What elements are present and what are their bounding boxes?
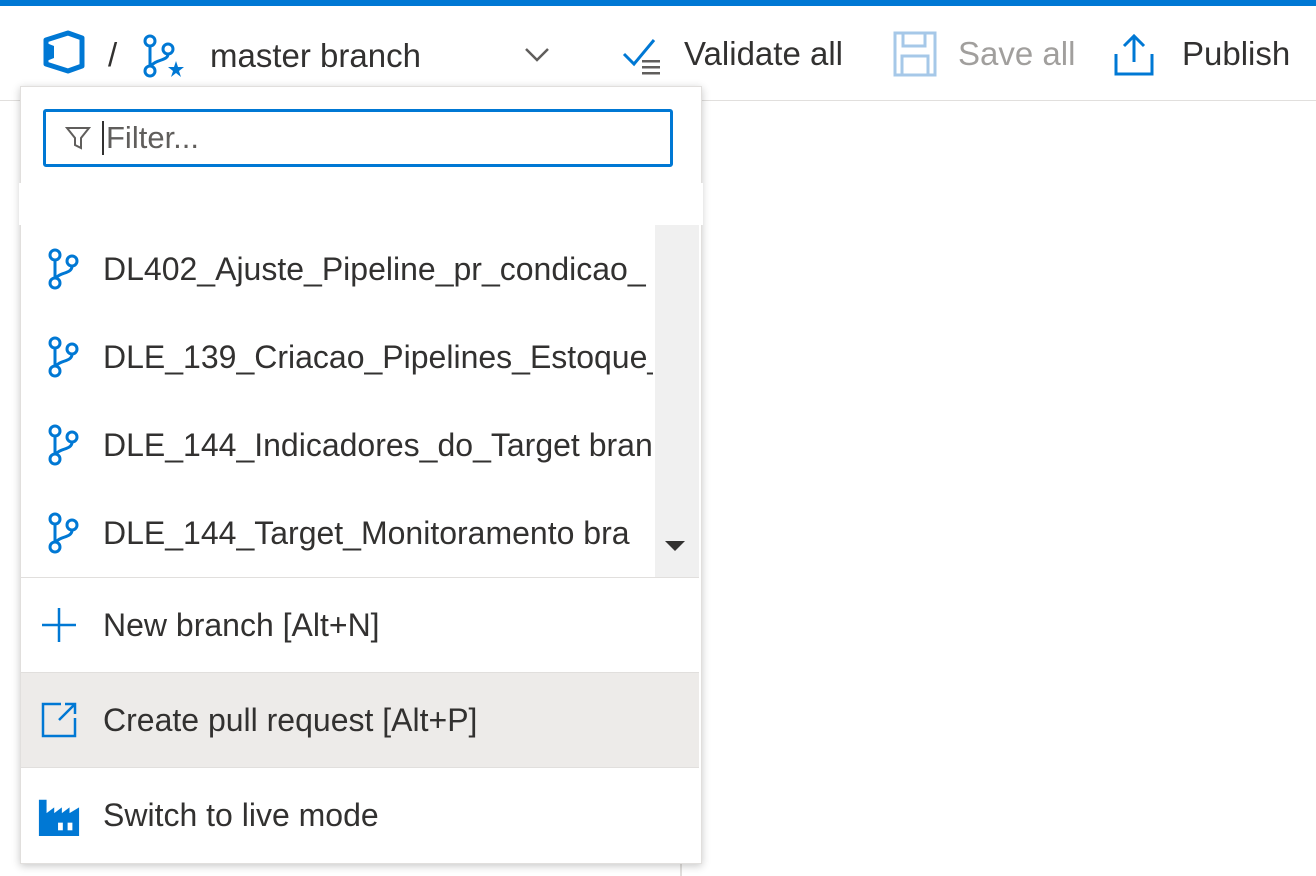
switch-live-mode-label: Switch to live mode [103, 796, 379, 833]
scroll-down-arrow-icon[interactable] [665, 541, 685, 551]
plus-icon [37, 603, 81, 647]
branch-list-scrollbar[interactable] [655, 225, 699, 577]
save-all-label: Save all [958, 35, 1076, 72]
branch-list-item[interactable]: DL402_Ajuste_Pipeline_pr_condicao_ [21, 225, 655, 313]
branch-selector[interactable]: master branch [138, 28, 558, 84]
branch-list-item[interactable]: DLE_144_Indicadores_do_Target bran [21, 401, 655, 489]
filter-icon [64, 124, 92, 152]
publish-button[interactable]: Publish [1112, 30, 1290, 78]
chevron-down-icon [522, 42, 552, 71]
git-branch-icon [43, 335, 83, 379]
validate-all-label: Validate all [684, 35, 843, 72]
upload-icon [1112, 30, 1156, 78]
breadcrumb-separator: / [108, 36, 118, 73]
branch-label: DLE_144_Indicadores_do_Target bran [103, 426, 653, 463]
azure-devops-repo-icon[interactable] [40, 30, 88, 74]
save-all-button[interactable]: Save all [892, 30, 1075, 78]
filter-box[interactable] [43, 109, 673, 167]
create-pull-request-button[interactable]: Create pull request [Alt+P] [21, 672, 699, 767]
dropdown-gap [19, 183, 703, 225]
branch-list-item[interactable]: DLE_144_Target_Monitoramento bra [21, 489, 655, 577]
factory-icon [37, 793, 81, 837]
branch-label: DL402_Ajuste_Pipeline_pr_condicao_ [103, 250, 646, 287]
git-branch-icon [43, 423, 83, 467]
switch-live-mode-button[interactable]: Switch to live mode [21, 767, 699, 862]
open-external-icon [37, 698, 81, 742]
branch-list: DL402_Ajuste_Pipeline_pr_condicao_ DLE_1… [21, 225, 655, 577]
branch-label: DLE_139_Criacao_Pipelines_Estoque_ [103, 338, 653, 375]
publish-label: Publish [1182, 35, 1291, 72]
floppy-disk-icon [892, 30, 938, 78]
branch-selector-label: master branch [210, 37, 421, 74]
branch-label: DLE_144_Target_Monitoramento bra [103, 514, 630, 551]
validate-checklist-icon [620, 32, 664, 76]
git-branch-icon [43, 511, 83, 555]
branch-dropdown: DL402_Ajuste_Pipeline_pr_condicao_ DLE_1… [19, 86, 703, 864]
create-pull-request-label: Create pull request [Alt+P] [103, 701, 478, 738]
branch-list-item[interactable]: DLE_139_Criacao_Pipelines_Estoque_ [21, 313, 655, 401]
validate-all-button[interactable]: Validate all [620, 32, 843, 76]
new-branch-label: New branch [Alt+N] [103, 606, 380, 643]
git-branch-icon [43, 247, 83, 291]
git-branch-star-icon [138, 31, 186, 81]
new-branch-button[interactable]: New branch [Alt+N] [21, 577, 699, 672]
filter-input[interactable] [104, 120, 666, 156]
